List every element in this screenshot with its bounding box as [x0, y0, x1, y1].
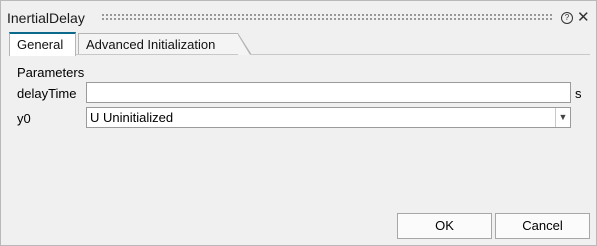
delaytime-label: delayTime [17, 86, 77, 101]
delaytime-input[interactable] [86, 82, 571, 103]
help-icon[interactable]: ? [561, 12, 573, 24]
y0-label: y0 [17, 111, 31, 126]
y0-selected-value: U Uninitialized [90, 110, 174, 125]
close-icon[interactable]: ✕ [577, 8, 590, 26]
tab-advanced-initialization[interactable]: Advanced Initialization [78, 33, 252, 55]
dialog-title: InertialDelay [7, 10, 85, 26]
parameters-panel [9, 54, 590, 215]
dialog-window: InertialDelay ? ✕ General Advanced Initi… [0, 0, 597, 246]
cancel-button[interactable]: Cancel [495, 213, 590, 239]
parameters-section-label: Parameters [17, 65, 85, 80]
ok-button[interactable]: OK [397, 213, 492, 239]
tab-bar: General Advanced Initialization [9, 32, 589, 56]
tab-general[interactable]: General [9, 32, 76, 56]
chevron-down-icon[interactable]: ▼ [555, 108, 570, 127]
y0-select[interactable]: U Uninitialized ▼ [86, 107, 571, 128]
title-drag-handle[interactable] [101, 13, 553, 21]
delaytime-unit: s [575, 86, 582, 101]
